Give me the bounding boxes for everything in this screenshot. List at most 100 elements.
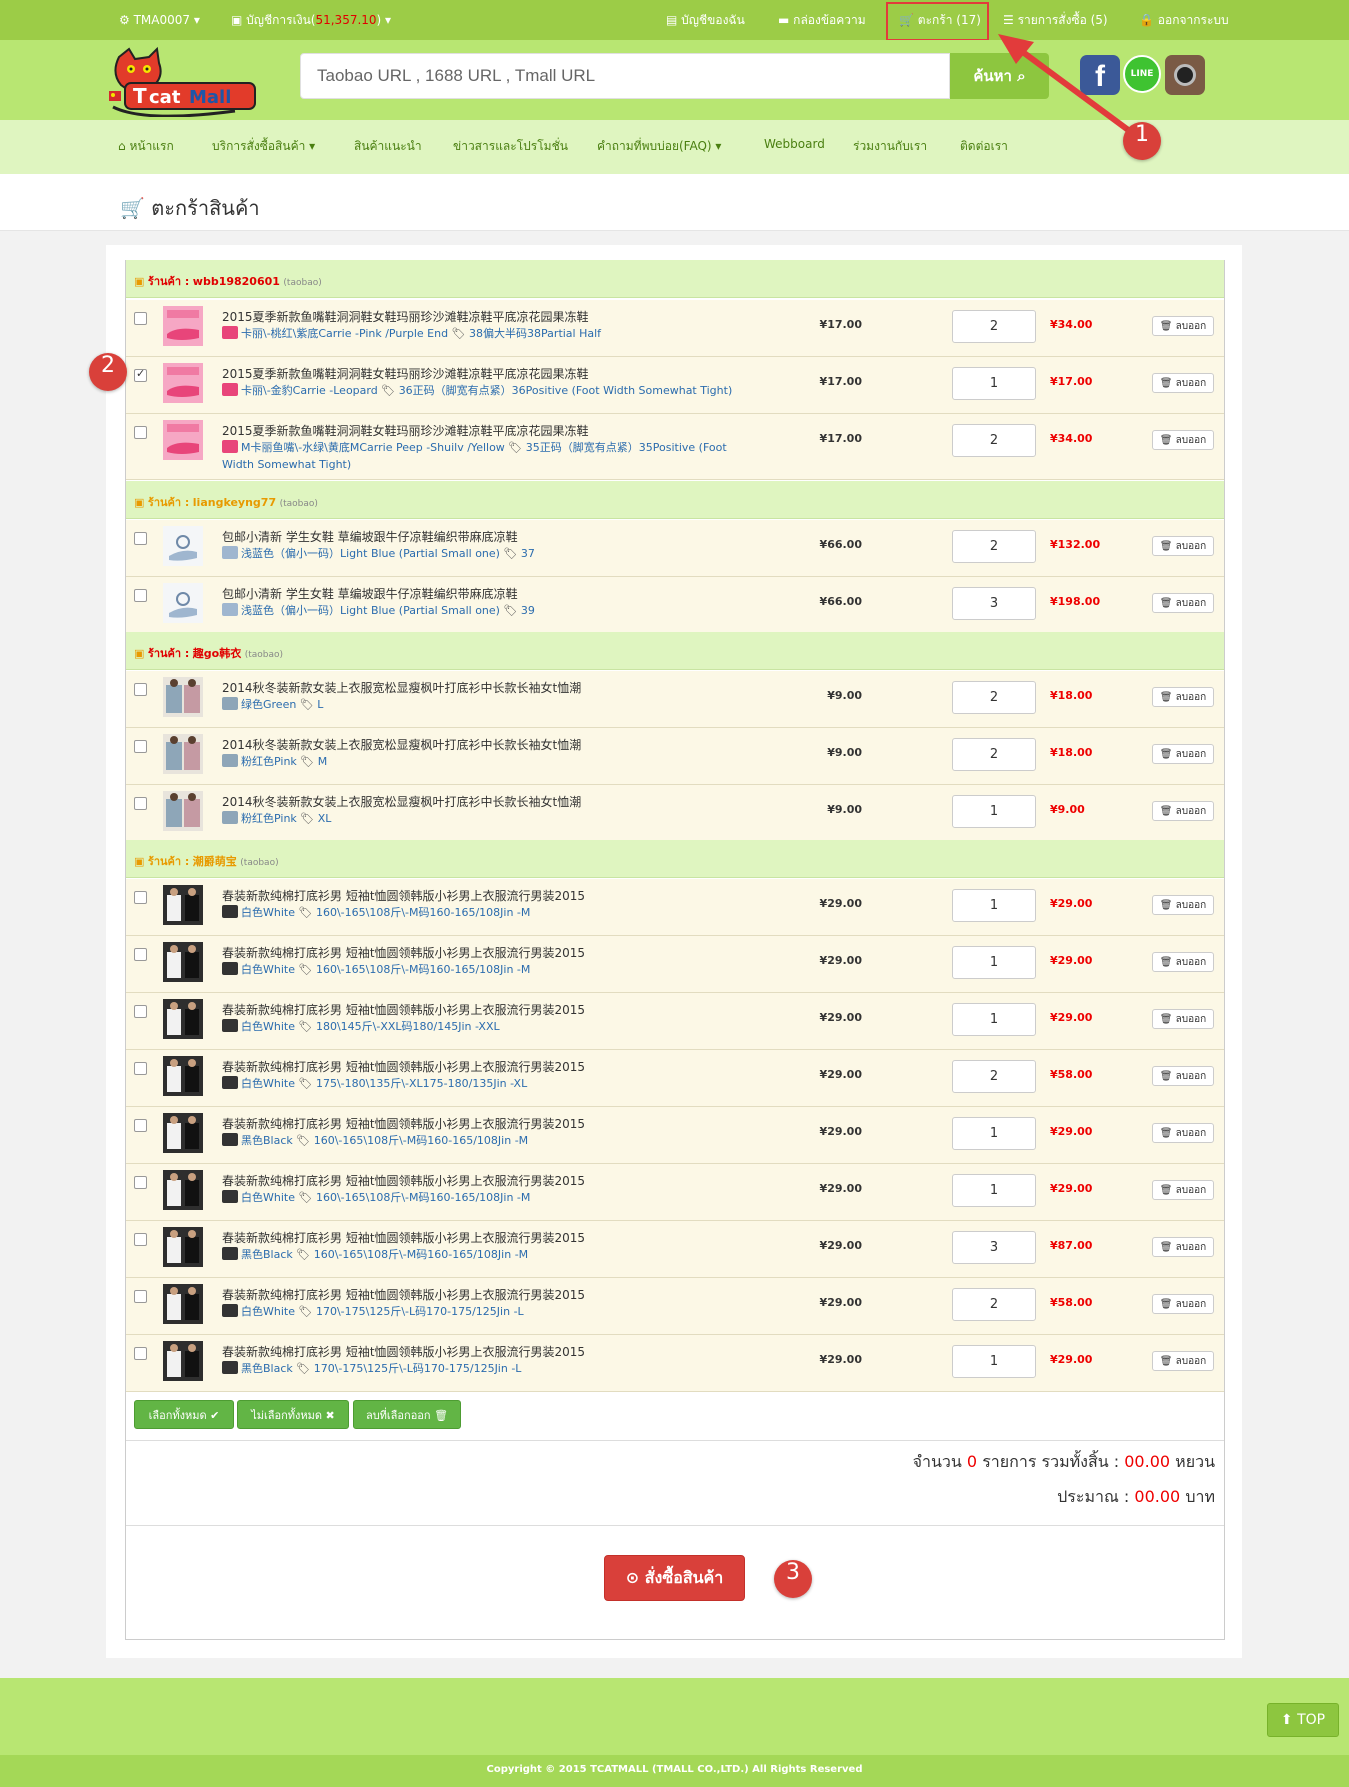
quantity-input[interactable] [952, 424, 1036, 457]
logout-link[interactable]: 🔒 ออกจากระบบ [1139, 0, 1229, 40]
quantity-input[interactable] [952, 587, 1036, 620]
product-title[interactable]: 春装新款纯棉打底衫男 短袖t恤圆领韩版小衫男上衣服流行男装2015 [222, 887, 585, 904]
remove-item-button[interactable]: 🗑 ลบออก [1152, 536, 1214, 556]
my-account-link[interactable]: ▤ บัญชีของฉัน [666, 0, 745, 40]
item-checkbox[interactable] [134, 948, 147, 961]
product-thumbnail[interactable] [163, 1170, 203, 1210]
account-balance-menu[interactable]: ▣ บัญชีการเงิน(51,357.10) ▾ [231, 0, 391, 40]
remove-item-button[interactable]: 🗑 ลบออก [1152, 430, 1214, 450]
remove-item-button[interactable]: 🗑 ลบออก [1152, 1180, 1214, 1200]
remove-item-button[interactable]: 🗑 ลบออก [1152, 744, 1214, 764]
nav-faq[interactable]: คำถามที่พบบ่อย(FAQ) ▾ [597, 137, 721, 156]
product-thumbnail[interactable] [163, 677, 203, 717]
back-to-top-button[interactable]: ⬆ TOP [1267, 1703, 1339, 1737]
product-thumbnail[interactable] [163, 363, 203, 403]
product-title[interactable]: 春装新款纯棉打底衫男 短袖t恤圆领韩版小衫男上衣服流行男装2015 [222, 1058, 585, 1075]
product-title[interactable]: 2014秋冬装新款女装上衣服宽松显瘦枫叶打底衫中长款长袖女t恤潮 [222, 793, 581, 810]
quantity-input[interactable] [952, 738, 1036, 771]
product-thumbnail[interactable] [163, 583, 203, 623]
remove-item-button[interactable]: 🗑 ลบออก [1152, 1066, 1214, 1086]
remove-item-button[interactable]: 🗑 ลบออก [1152, 952, 1214, 972]
product-title[interactable]: 2014秋冬装新款女装上衣服宽松显瘦枫叶打底衫中长款长袖女t恤潮 [222, 679, 581, 696]
nav-webboard[interactable]: Webboard [764, 137, 825, 151]
quantity-input[interactable] [952, 1117, 1036, 1150]
quantity-input[interactable] [952, 1003, 1036, 1036]
shop-name[interactable]: 潮爵萌宝 [193, 855, 237, 868]
place-order-button[interactable]: ⊙ สั่งซื้อสินค้า [604, 1555, 745, 1601]
item-checkbox[interactable] [134, 426, 147, 439]
product-title[interactable]: 春装新款纯棉打底衫男 短袖t恤圆领韩版小衫男上衣服流行男装2015 [222, 1286, 585, 1303]
product-thumbnail[interactable] [163, 420, 203, 460]
product-title[interactable]: 春装新款纯棉打底衫男 短袖t恤圆领韩版小衫男上衣服流行男装2015 [222, 1343, 585, 1360]
quantity-input[interactable] [952, 1345, 1036, 1378]
quantity-input[interactable] [952, 681, 1036, 714]
product-thumbnail[interactable] [163, 526, 203, 566]
nav-recommended[interactable]: สินค้าแนะนำ [354, 137, 422, 156]
remove-item-button[interactable]: 🗑 ลบออก [1152, 316, 1214, 336]
user-menu[interactable]: ⚙ TMA0007 ▾ [119, 0, 200, 40]
product-thumbnail[interactable] [163, 791, 203, 831]
remove-item-button[interactable]: 🗑 ลบออก [1152, 687, 1214, 707]
quantity-input[interactable] [952, 1288, 1036, 1321]
product-title[interactable]: 春装新款纯棉打底衫男 短袖t恤圆领韩版小衫男上衣服流行男装2015 [222, 1001, 585, 1018]
product-thumbnail[interactable] [163, 942, 203, 982]
product-title[interactable]: 春装新款纯棉打底衫男 短袖t恤圆领韩版小衫男上衣服流行男装2015 [222, 1229, 585, 1246]
product-thumbnail[interactable] [163, 1227, 203, 1267]
product-thumbnail[interactable] [163, 885, 203, 925]
item-checkbox[interactable] [134, 797, 147, 810]
product-thumbnail[interactable] [163, 1341, 203, 1381]
quantity-input[interactable] [952, 530, 1036, 563]
remove-item-button[interactable]: 🗑 ลบออก [1152, 1237, 1214, 1257]
remove-item-button[interactable]: 🗑 ลบออก [1152, 373, 1214, 393]
deselect-all-button[interactable]: ไม่เลือกทั้งหมด ✖ [237, 1400, 349, 1429]
quantity-input[interactable] [952, 1231, 1036, 1264]
product-thumbnail[interactable] [163, 1056, 203, 1096]
tcatmall-logo[interactable]: T cat Mall [105, 45, 270, 117]
item-checkbox[interactable] [134, 1005, 147, 1018]
item-checkbox[interactable] [134, 532, 147, 545]
quantity-input[interactable] [952, 795, 1036, 828]
nav-home[interactable]: ⌂ หน้าแรก [118, 137, 174, 156]
product-title[interactable]: 2015夏季新款鱼嘴鞋洞洞鞋女鞋玛丽珍沙滩鞋凉鞋平底凉花园果冻鞋 [222, 422, 589, 439]
item-checkbox[interactable] [134, 1176, 147, 1189]
item-checkbox[interactable] [134, 740, 147, 753]
quantity-input[interactable] [952, 310, 1036, 343]
product-title[interactable]: 2015夏季新款鱼嘴鞋洞洞鞋女鞋玛丽珍沙滩鞋凉鞋平底凉花园果冻鞋 [222, 365, 589, 382]
messages-link[interactable]: ▬ กล่องข้อความ [778, 0, 866, 40]
quantity-input[interactable] [952, 889, 1036, 922]
quantity-input[interactable] [952, 1060, 1036, 1093]
quantity-input[interactable] [952, 946, 1036, 979]
product-thumbnail[interactable] [163, 1113, 203, 1153]
product-thumbnail[interactable] [163, 999, 203, 1039]
item-checkbox[interactable] [134, 1290, 147, 1303]
instagram-icon[interactable] [1165, 55, 1205, 95]
product-thumbnail[interactable] [163, 734, 203, 774]
product-title[interactable]: 春装新款纯棉打底衫男 短袖t恤圆领韩版小衫男上衣服流行男装2015 [222, 1115, 585, 1132]
quantity-input[interactable] [952, 367, 1036, 400]
item-checkbox[interactable] [134, 1119, 147, 1132]
item-checkbox[interactable] [134, 891, 147, 904]
item-checkbox[interactable] [134, 1233, 147, 1246]
product-title[interactable]: 春装新款纯棉打底衫男 短袖t恤圆领韩版小衫男上衣服流行男装2015 [222, 1172, 585, 1189]
item-checkbox[interactable] [134, 683, 147, 696]
remove-item-button[interactable]: 🗑 ลบออก [1152, 1351, 1214, 1371]
remove-item-button[interactable]: 🗑 ลบออก [1152, 1294, 1214, 1314]
shop-name[interactable]: wbb19820601 [193, 275, 280, 288]
product-thumbnail[interactable] [163, 306, 203, 346]
delete-selected-button[interactable]: ลบที่เลือกออก 🗑 [353, 1400, 461, 1429]
shop-name[interactable]: 趣go韩衣 [193, 647, 241, 660]
remove-item-button[interactable]: 🗑 ลบออก [1152, 1123, 1214, 1143]
remove-item-button[interactable]: 🗑 ลบออก [1152, 593, 1214, 613]
product-thumbnail[interactable] [163, 1284, 203, 1324]
item-checkbox[interactable] [134, 367, 147, 382]
quantity-input[interactable] [952, 1174, 1036, 1207]
item-checkbox[interactable] [134, 312, 147, 325]
product-title[interactable]: 包邮小清新 学生女鞋 草编坡跟牛仔凉鞋编织带麻底凉鞋 [222, 585, 518, 602]
nav-services[interactable]: บริการสั่งซื้อสินค้า ▾ [212, 137, 315, 156]
product-title[interactable]: 包邮小清新 学生女鞋 草编坡跟牛仔凉鞋编织带麻底凉鞋 [222, 528, 518, 545]
product-title[interactable]: 2014秋冬装新款女装上衣服宽松显瘦枫叶打底衫中长款长袖女t恤潮 [222, 736, 581, 753]
remove-item-button[interactable]: 🗑 ลบออก [1152, 1009, 1214, 1029]
item-checkbox[interactable] [134, 1062, 147, 1075]
nav-careers[interactable]: ร่วมงานกับเรา [853, 137, 927, 156]
remove-item-button[interactable]: 🗑 ลบออก [1152, 895, 1214, 915]
